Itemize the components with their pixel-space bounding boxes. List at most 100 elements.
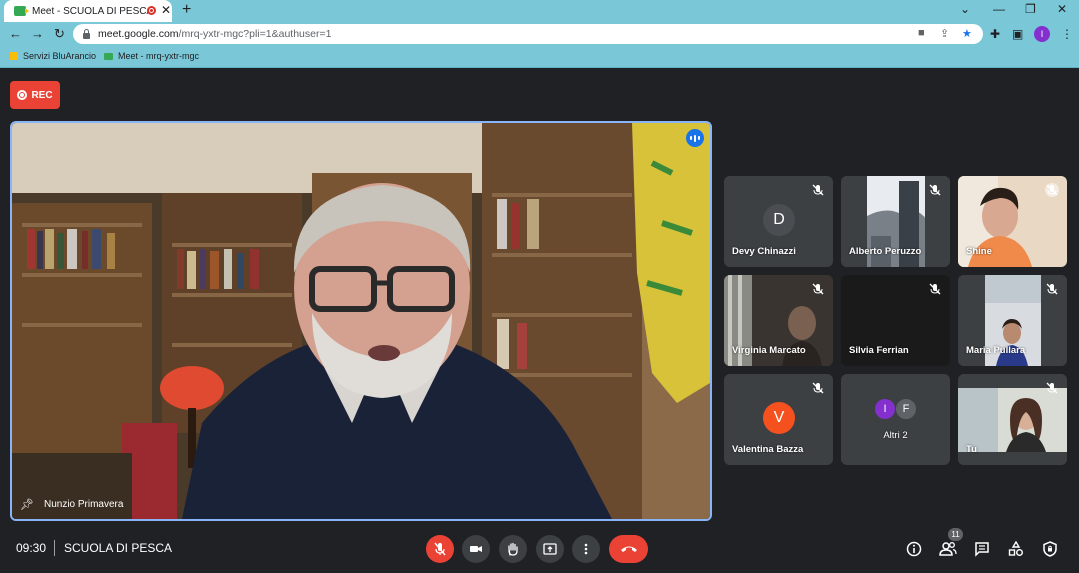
present-icon <box>543 543 557 555</box>
present-screen-button[interactable] <box>536 535 564 563</box>
more-vert-icon <box>584 543 588 555</box>
speaking-indicator-icon <box>686 129 704 147</box>
pin-icon[interactable]: 📌︎ <box>20 498 34 511</box>
url-path: /mrq-yxtr-mgc?pli=1&authuser=1 <box>178 28 332 40</box>
tab-title: Meet - SCUOLA DI PESCA <box>32 5 154 17</box>
hang-up-icon <box>620 546 637 552</box>
main-speaker-video[interactable]: 📌︎ Nunzio Primavera <box>10 121 712 521</box>
browser-tab[interactable]: Meet - SCUOLA DI PESCA ✕ <box>4 0 172 22</box>
bookmark-folder-icon <box>10 52 18 60</box>
bookmark-star-icon[interactable]: ★ <box>962 27 972 40</box>
forward-button[interactable]: → <box>31 26 44 41</box>
people-icon <box>939 542 957 556</box>
participant-count-badge: 11 <box>948 528 963 541</box>
others-label: Altri 2 <box>883 430 908 441</box>
participant-name: Alberto Peruzzo <box>849 246 922 257</box>
participant-tile[interactable]: D Devy Chinazzi <box>724 176 833 267</box>
minimize-button[interactable]: — <box>993 2 1005 16</box>
participant-tile[interactable]: V Valentina Bazza <box>724 374 833 465</box>
self-tile[interactable]: Tu <box>958 374 1067 465</box>
clock: 09:30 <box>16 541 47 555</box>
meeting-title: SCUOLA DI PESCA <box>64 541 173 555</box>
activities-button[interactable] <box>1006 539 1026 559</box>
browser-tab-bar: Meet - SCUOLA DI PESCA ✕ + ⌄ — ❐ ✕ <box>0 0 1079 22</box>
close-tab-icon[interactable]: ✕ <box>161 3 171 17</box>
shield-lock-icon <box>1043 541 1057 557</box>
recording-badge: REC <box>10 81 60 109</box>
info-icon <box>906 541 922 557</box>
share-icon[interactable]: ⇪ <box>940 27 949 40</box>
bookmark-label: Meet - mrq-yxtr-mgc <box>118 51 199 61</box>
host-controls-button[interactable] <box>1040 539 1060 559</box>
close-window-button[interactable]: ✕ <box>1057 2 1067 16</box>
avatar: V <box>763 402 795 434</box>
participant-tile[interactable]: Virginia Marcato <box>724 275 833 366</box>
activities-icon <box>1008 541 1023 556</box>
mic-off-icon <box>1046 382 1058 394</box>
main-speaker-name: Nunzio Primavera <box>43 499 124 510</box>
speaker-video-frame <box>12 123 710 519</box>
more-options-button[interactable] <box>572 535 600 563</box>
back-button[interactable]: ← <box>9 26 22 41</box>
mic-off-icon <box>1046 283 1058 295</box>
bookmark-meet[interactable]: Meet - mrq-yxtr-mgc <box>104 51 199 61</box>
bookmark-label: Servizi BluArancio <box>23 51 97 61</box>
chat-icon <box>975 542 989 557</box>
participant-tile[interactable]: Maria Pullara <box>958 275 1067 366</box>
mic-off-icon <box>434 542 446 556</box>
participant-name: Shine <box>966 246 992 257</box>
bookmarks-bar: Servizi BluArancio Meet - mrq-yxtr-mgc <box>0 46 1079 68</box>
participant-name: Virginia Marcato <box>732 345 806 356</box>
new-tab-button[interactable]: + <box>182 1 191 19</box>
participant-tile[interactable]: Alberto Peruzzo <box>841 176 950 267</box>
participant-tile[interactable]: Silvia Ferrian <box>841 275 950 366</box>
recording-label: REC <box>31 89 53 101</box>
main-speaker-label: 📌︎ Nunzio Primavera <box>20 498 123 511</box>
microphone-toggle-button[interactable] <box>426 535 454 563</box>
camera-icon <box>470 546 482 552</box>
restore-button[interactable]: ❐ <box>1025 2 1036 16</box>
lock-icon <box>83 28 90 39</box>
others-tile[interactable]: I F Altri 2 <box>841 374 950 465</box>
meet-stage: REC 📌︎ Nunzio Primavera D Devy Chinazzi … <box>0 68 1079 573</box>
profile-avatar[interactable]: I <box>1034 26 1050 42</box>
leave-call-button[interactable] <box>609 535 648 563</box>
recording-indicator-icon <box>147 6 156 15</box>
participant-name: Silvia Ferrian <box>849 345 909 356</box>
self-name: Tu <box>966 444 977 455</box>
participant-name: Valentina Bazza <box>732 444 804 455</box>
hand-icon <box>508 542 518 556</box>
mic-off-icon <box>929 184 941 196</box>
browser-toolbar: ← → ↻ meet.google.com /mrq-yxtr-mgc?pli=… <box>0 22 1079 46</box>
menu-kebab-icon[interactable]: ⋮ <box>1061 27 1073 41</box>
mic-off-icon <box>812 184 824 196</box>
side-panel-icon[interactable]: ▣ <box>1012 27 1023 41</box>
meeting-details-button[interactable] <box>904 539 924 559</box>
participant-name: Maria Pullara <box>966 345 1026 356</box>
avatar: F <box>895 398 917 420</box>
participant-name: Devy Chinazzi <box>732 246 796 257</box>
mic-off-icon <box>1045 183 1059 197</box>
camera-in-use-icon[interactable]: ■ <box>918 27 925 39</box>
tab-search-icon[interactable]: ⌄ <box>960 2 970 16</box>
meeting-controls: 09:30 SCUOLA DI PESCA 11 <box>0 526 1079 573</box>
url-host: meet.google.com <box>98 28 179 40</box>
divider <box>54 540 55 556</box>
mic-off-icon <box>812 283 824 295</box>
raise-hand-button[interactable] <box>499 535 527 563</box>
avatar: I <box>874 398 896 420</box>
extensions-icon[interactable]: ✚ <box>990 27 1000 41</box>
meet-favicon-icon <box>14 6 29 16</box>
camera-toggle-button[interactable] <box>462 535 490 563</box>
record-icon <box>17 90 28 100</box>
participants-button[interactable] <box>938 539 958 559</box>
avatar: D <box>763 204 795 236</box>
mic-off-icon <box>812 382 824 394</box>
meet-favicon-icon <box>104 52 113 60</box>
chat-button[interactable] <box>972 539 992 559</box>
reload-button[interactable]: ↻ <box>54 26 65 42</box>
address-bar[interactable]: meet.google.com /mrq-yxtr-mgc?pli=1&auth… <box>73 24 983 44</box>
mic-off-icon <box>929 283 941 295</box>
participant-tile[interactable]: Shine <box>958 176 1067 267</box>
bookmark-servizi[interactable]: Servizi BluArancio <box>10 51 96 61</box>
